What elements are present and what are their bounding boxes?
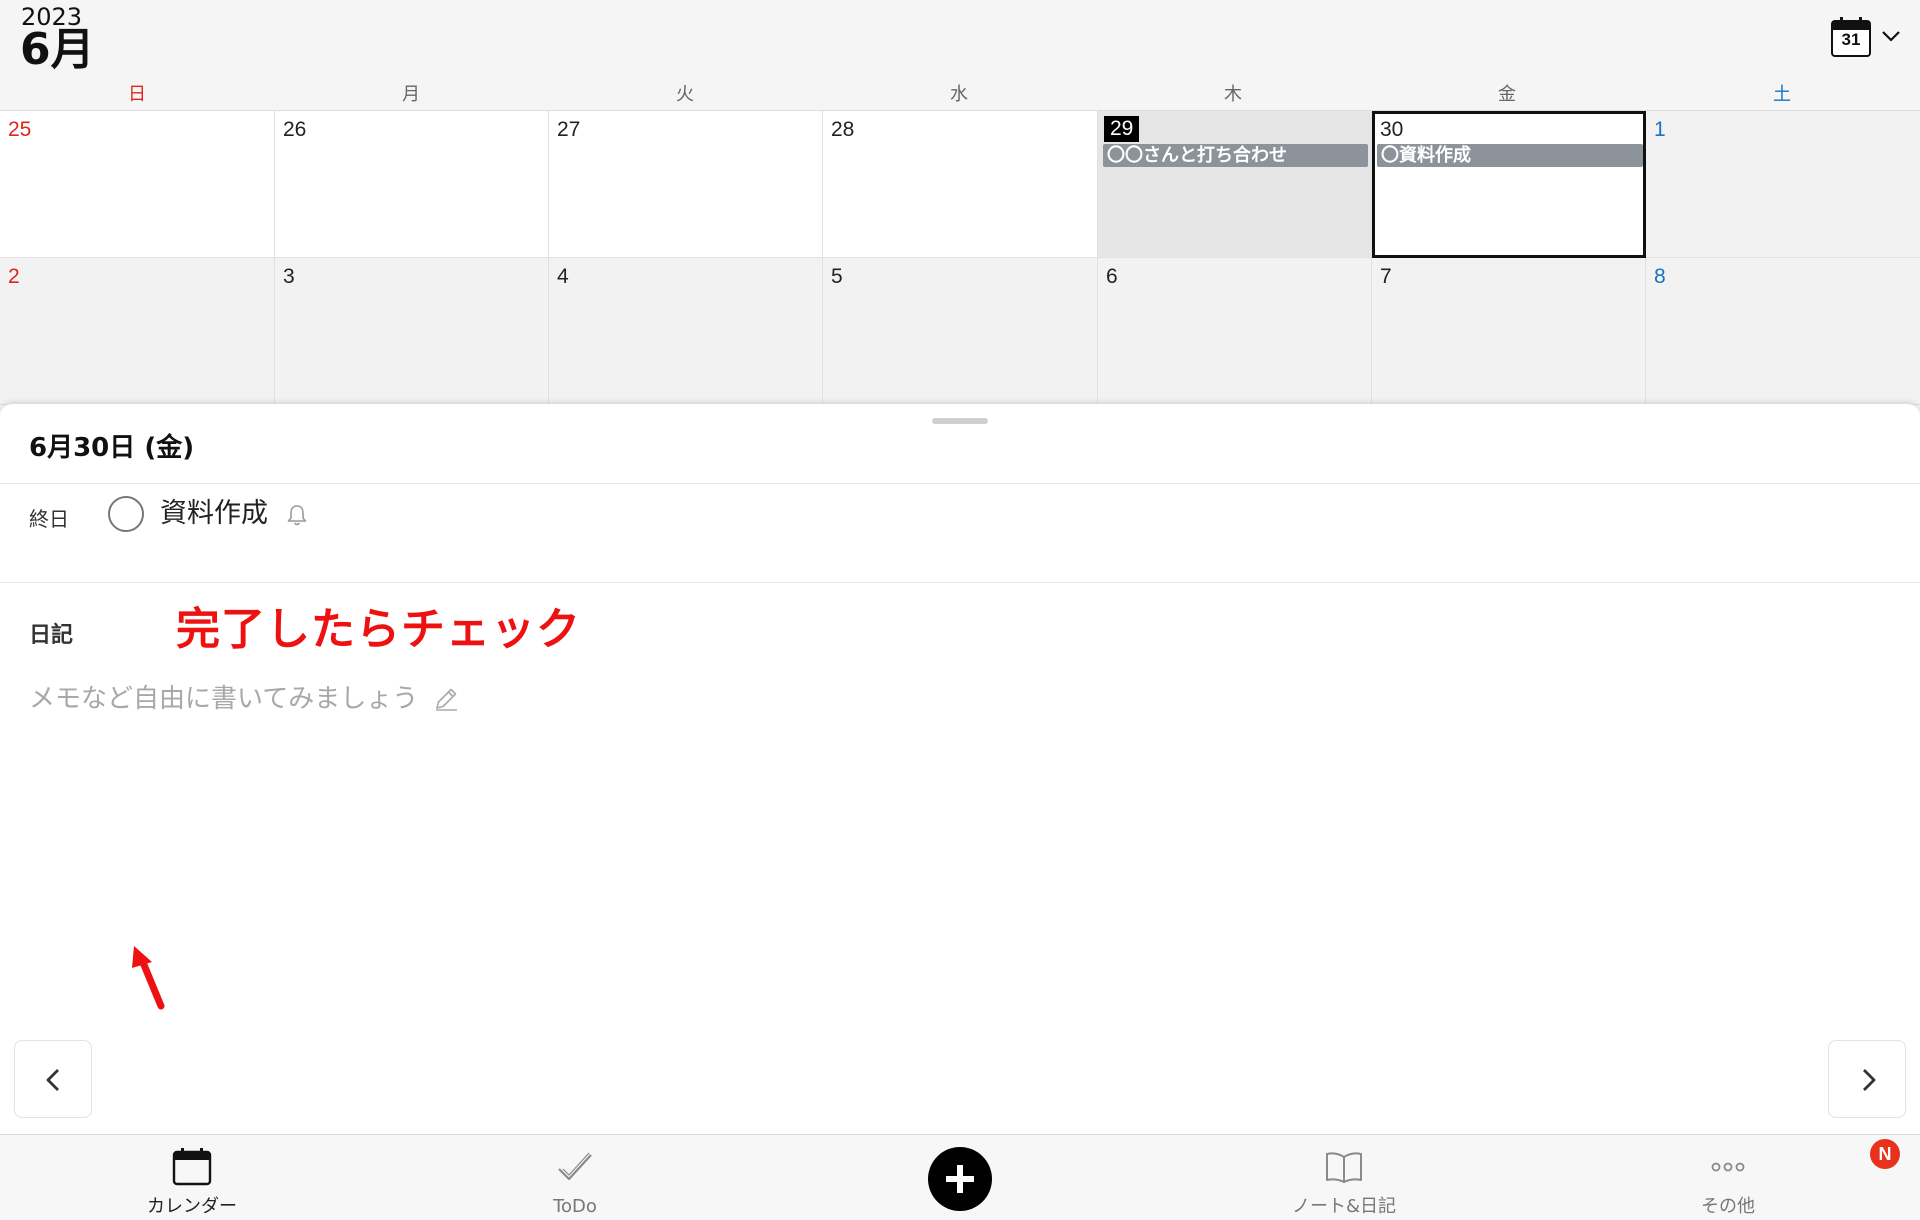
day-number: 6 [1106, 265, 1118, 288]
weekday-fri: 金 [1498, 84, 1516, 105]
weekday-sun: 日 [128, 84, 146, 105]
chevron-down-icon [1882, 31, 1900, 42]
day-cell-29-today[interactable]: 29 〇〇さんと打ち合わせ [1098, 111, 1372, 258]
sheet-grabber[interactable] [932, 418, 988, 424]
prev-day-button[interactable] [14, 1040, 92, 1118]
add-button[interactable] [928, 1147, 992, 1211]
day-number: 4 [557, 265, 569, 288]
tab-other[interactable]: その他 [1628, 1135, 1828, 1220]
day-cell-27[interactable]: 27 [549, 111, 823, 258]
next-day-button[interactable] [1828, 1040, 1906, 1118]
calendar-header: 2023 6月 31 日 月 火 水 木 金 土 [0, 0, 1920, 110]
diary-label: 日記 [29, 623, 74, 648]
bottom-tab-bar: カレンダー ToDo ノート&日記 その他 [0, 1134, 1920, 1220]
divider [0, 483, 1920, 484]
tab-todo[interactable]: ToDo [475, 1135, 675, 1220]
calendar-view-picker[interactable]: 31 [1830, 16, 1906, 60]
day-cell-3[interactable]: 3 [275, 258, 549, 405]
day-number: 28 [831, 118, 855, 141]
weekday-wed: 水 [950, 84, 968, 105]
annotation-text: 完了したらチェック [176, 604, 581, 655]
day-cell-2[interactable]: 2 [0, 258, 275, 405]
day-number: 3 [283, 265, 295, 288]
pencil-icon [436, 688, 457, 711]
event-bar[interactable]: 〇〇さんと打ち合わせ [1103, 144, 1368, 167]
day-cell-6[interactable]: 6 [1098, 258, 1372, 405]
tab-notes[interactable]: ノート&日記 [1244, 1135, 1444, 1220]
day-cell-5[interactable]: 5 [823, 258, 1098, 405]
day-number: 5 [831, 265, 843, 288]
tab-notes-label: ノート&日記 [1291, 1196, 1397, 1217]
calendar-icon-day: 31 [1841, 30, 1861, 49]
tab-calendar[interactable]: カレンダー [92, 1135, 292, 1220]
weekday-tue: 火 [676, 84, 694, 105]
selected-date-title: 6月30日 (金) [29, 433, 195, 463]
day-number: 25 [8, 118, 32, 141]
allday-label: 終日 [29, 507, 69, 531]
day-number: 8 [1654, 265, 1666, 288]
weekday-sat: 土 [1773, 84, 1791, 105]
month-grid: 25 26 27 28 29 〇〇さんと打ち合わせ 30 〇資料作成 1 2 3… [0, 110, 1920, 405]
chevron-left-icon [46, 1069, 59, 1091]
todo-checkbox[interactable] [108, 496, 144, 532]
day-number: 2 [8, 265, 20, 288]
annotation-arrow-icon [132, 946, 165, 1010]
day-cell-7[interactable]: 7 [1372, 258, 1646, 405]
day-cell-4[interactable]: 4 [549, 258, 823, 405]
weekday-thu: 木 [1224, 84, 1242, 105]
day-number: 1 [1654, 118, 1666, 141]
chevron-right-icon [1863, 1069, 1876, 1091]
month-title[interactable]: 6月 [20, 24, 95, 76]
diary-placeholder[interactable]: メモなど自由に書いてみましょう [29, 680, 418, 718]
bell-icon[interactable] [286, 503, 308, 527]
today-day-number: 29 [1104, 116, 1140, 142]
day-cell-26[interactable]: 26 [275, 111, 549, 258]
plus-icon [946, 1165, 974, 1193]
day-cell-8[interactable]: 8 [1646, 258, 1920, 405]
day-cell-28[interactable]: 28 [823, 111, 1098, 258]
day-number: 7 [1380, 265, 1392, 288]
tab-todo-label: ToDo [553, 1196, 597, 1217]
more-dots-icon [1711, 1162, 1745, 1172]
todo-title[interactable]: 資料作成 [160, 496, 268, 532]
tab-other-label: その他 [1701, 1196, 1755, 1217]
day-number: 30 [1380, 118, 1404, 141]
calendar-tab-icon [172, 1148, 212, 1186]
weekday-mon: 月 [402, 84, 420, 105]
day-number: 26 [283, 118, 307, 141]
notification-badge: N [1870, 1139, 1900, 1169]
check-icon [558, 1152, 592, 1181]
divider [0, 582, 1920, 583]
tab-calendar-label: カレンダー [147, 1196, 237, 1217]
book-icon [1326, 1152, 1362, 1183]
day-cell-25[interactable]: 25 [0, 111, 275, 258]
day-cell-1[interactable]: 1 [1646, 111, 1920, 258]
event-bar[interactable]: 〇資料作成 [1377, 144, 1643, 167]
day-cell-30-selected[interactable]: 30 〇資料作成 [1372, 111, 1646, 258]
day-detail-sheet: 6月30日 (金) 終日 資料作成 [0, 404, 1920, 1134]
day-number: 27 [557, 118, 581, 141]
